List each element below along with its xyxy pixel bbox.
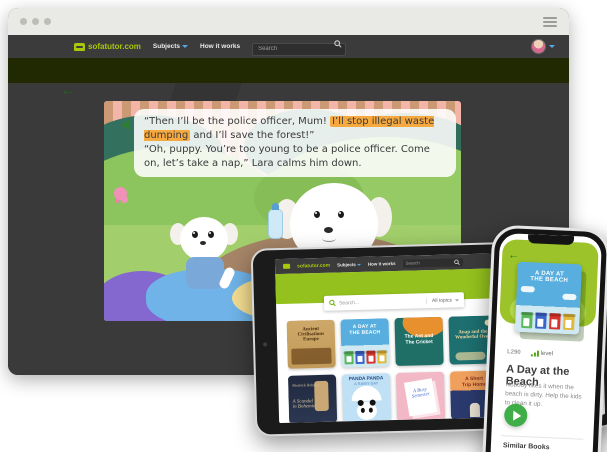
chevron-down-icon	[182, 45, 188, 48]
book-cover-panda-panda[interactable]: PANDA PANDA A RAINY DAY	[342, 373, 391, 422]
sofatutor-logo[interactable]: sofatutor.com	[74, 42, 141, 51]
level-badge: level	[531, 350, 554, 357]
nav-subjects-label: Subjects	[153, 43, 180, 50]
story-text-box: “Then I’ll be the police officer, Mum! I…	[134, 109, 456, 177]
similar-books-heading: Similar Books	[503, 442, 550, 451]
book-cover-a-day-at-the-beach[interactable]: A DAY ATTHE BEACH	[515, 262, 582, 335]
nav-how-it-works-label: How it works	[200, 43, 240, 50]
navbar-search	[252, 37, 346, 56]
search-icon	[329, 300, 336, 307]
couch-logo-icon	[74, 43, 85, 51]
chevron-down-icon	[549, 45, 555, 48]
nav-subjects[interactable]: Subjects	[337, 262, 361, 268]
nav-subjects[interactable]: Subjects	[153, 43, 188, 50]
window-dot[interactable]	[20, 18, 27, 25]
back-arrow-icon[interactable]: ←	[508, 249, 520, 261]
search-placeholder: Search	[406, 260, 420, 265]
library-search-input[interactable]	[339, 298, 423, 306]
search-icon	[454, 259, 460, 265]
phone-mockup: ← A DAY ATTHE BEACH L290 level A Day at …	[482, 225, 607, 452]
library-search-bar: All topics	[324, 292, 464, 311]
avatar[interactable]	[531, 39, 546, 54]
account-menu[interactable]	[531, 39, 555, 54]
puppy-character	[168, 209, 248, 309]
audio-marker-icon[interactable]	[121, 120, 129, 130]
browser-chrome-bar	[8, 8, 569, 35]
logo-text[interactable]: sofatutor.com	[297, 262, 330, 269]
story-paragraph-2: “Oh, puppy. You’re too young to be a pol…	[144, 143, 446, 171]
menu-icon[interactable]	[543, 17, 557, 27]
window-control-dots[interactable]	[20, 18, 51, 25]
search-input[interactable]	[252, 43, 346, 56]
site-navbar: sofatutor.com Subjects How it works	[8, 35, 569, 58]
book-cover-ancient-civilisations[interactable]: AncientCivilisationsEurope	[287, 320, 336, 369]
window-dot[interactable]	[44, 18, 51, 25]
couch-logo-icon	[283, 264, 290, 269]
tablet-camera	[263, 342, 267, 346]
nav-how-it-works[interactable]: How it works	[368, 261, 396, 267]
play-button[interactable]	[504, 403, 528, 427]
baby-bottle-art	[268, 209, 283, 239]
book-cover-busy-semester[interactable]: A BusySemester	[396, 372, 445, 421]
back-arrow-icon[interactable]: ←	[60, 83, 76, 99]
divider	[501, 435, 583, 440]
umbrella-art	[351, 385, 381, 401]
chevron-down-icon	[455, 299, 459, 301]
panda-art	[357, 402, 377, 421]
navbar-search[interactable]: Search	[403, 258, 463, 268]
recycling-bins-art	[515, 312, 580, 331]
level-icon	[531, 350, 539, 356]
nav-how-it-works[interactable]: How it works	[200, 43, 240, 50]
play-icon	[513, 410, 521, 420]
cloud-art	[521, 286, 535, 293]
topics-label: All topics	[432, 297, 452, 304]
flower-art	[114, 187, 127, 200]
marketing-composite: sofatutor.com Subjects How it works	[0, 0, 607, 452]
topics-dropdown[interactable]: All topics	[426, 297, 459, 304]
logo-text: sofatutor.com	[88, 42, 141, 51]
level-code: L290	[507, 349, 521, 356]
book-cover-a-day-at-the-beach[interactable]: A DAY ATTHE BEACH	[340, 318, 389, 367]
level-label: level	[541, 351, 554, 358]
chevron-down-icon	[357, 263, 361, 265]
search-icon[interactable]	[334, 40, 342, 48]
story-text: and I’ll save the forest!”	[190, 130, 314, 141]
cloud-art	[562, 294, 576, 301]
page-header-band	[8, 58, 569, 83]
book-meta-row: L290 level	[507, 349, 553, 357]
story-paragraph-1: “Then I’ll be the police officer, Mum! I…	[144, 115, 446, 143]
recycling-bins-art	[341, 350, 389, 364]
window-dot[interactable]	[32, 18, 39, 25]
phone-screen: ← A DAY ATTHE BEACH L290 level A Day at …	[490, 233, 602, 452]
book-cover-scandal-in-bohemia[interactable]: Sherlock Holmes A Scandalin Bohemia	[288, 375, 337, 423]
book-cover-ant-and-cricket[interactable]: The Ant andThe Cricket	[394, 317, 443, 366]
story-text: “Then I’ll be the police officer, Mum!	[144, 116, 330, 127]
